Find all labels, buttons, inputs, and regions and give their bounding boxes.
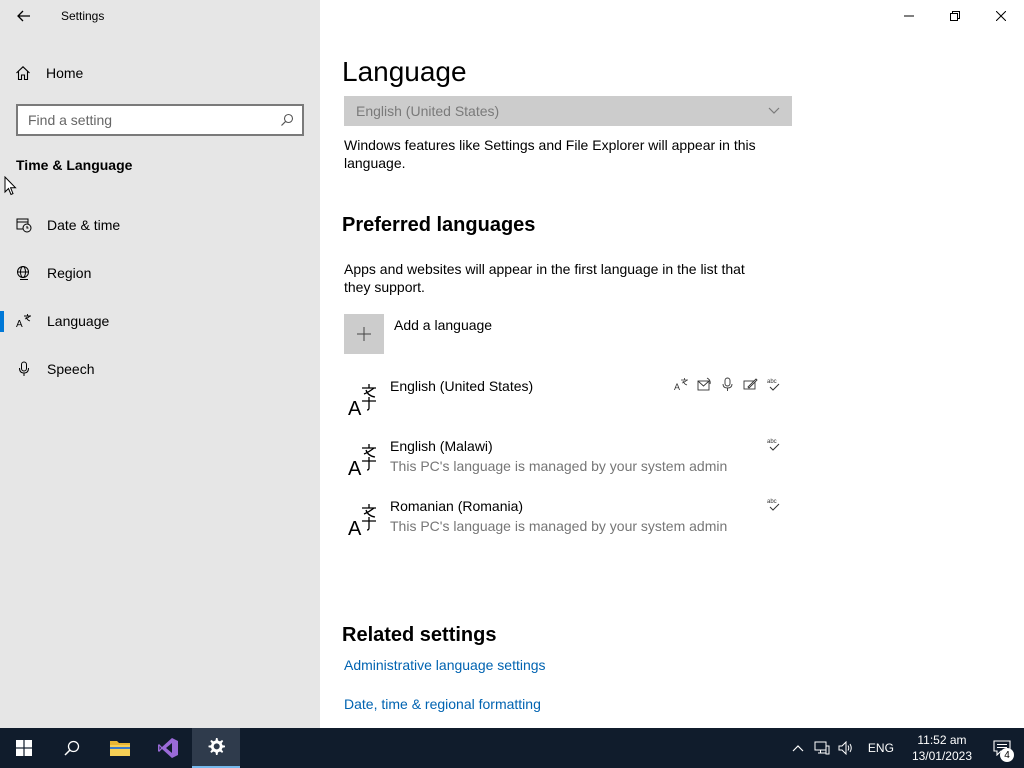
chevron-up-icon bbox=[792, 745, 804, 752]
language-icon: A bbox=[0, 313, 47, 329]
svg-text:abc: abc bbox=[767, 379, 777, 385]
language-name: Romanian (Romania) bbox=[390, 498, 524, 514]
notification-count-badge: 4 bbox=[1000, 748, 1014, 762]
handwriting-icon bbox=[742, 376, 759, 393]
speech-icon bbox=[719, 376, 736, 393]
start-button[interactable] bbox=[0, 728, 48, 768]
svg-text:abc: abc bbox=[767, 439, 777, 445]
calendar-clock-icon bbox=[0, 217, 47, 233]
svg-text:A: A bbox=[348, 398, 362, 416]
preferred-languages-title: Preferred languages bbox=[342, 214, 536, 236]
language-glyph-icon: A bbox=[348, 504, 376, 536]
minimize-button[interactable] bbox=[886, 0, 932, 32]
sidebar-item-speech[interactable]: Speech bbox=[0, 349, 320, 389]
search-icon[interactable] bbox=[280, 113, 294, 127]
close-button[interactable] bbox=[978, 0, 1024, 32]
text-to-speech-icon bbox=[696, 376, 713, 393]
section-title: Time & Language bbox=[16, 157, 133, 173]
main-content: Language English (United States) Windows… bbox=[320, 0, 1024, 728]
restore-icon bbox=[950, 11, 960, 21]
spellcheck-icon: abc bbox=[765, 436, 782, 453]
visual-studio-button[interactable] bbox=[144, 728, 192, 768]
sidebar-item-label: Speech bbox=[47, 361, 95, 377]
admin-language-settings-link[interactable]: Administrative language settings bbox=[344, 657, 546, 673]
dropdown-value: English (United States) bbox=[356, 103, 500, 119]
preferred-languages-description: Apps and websites will appear in the fir… bbox=[344, 261, 745, 295]
language-glyph-icon: A bbox=[348, 444, 376, 476]
app-title: Settings bbox=[61, 9, 105, 23]
back-arrow-icon bbox=[17, 10, 30, 22]
mouse-cursor-icon bbox=[4, 176, 17, 196]
display-language-description: Windows features like Settings and File … bbox=[344, 137, 756, 171]
file-explorer-button[interactable] bbox=[96, 728, 144, 768]
search-icon bbox=[64, 740, 80, 756]
svg-text:A: A bbox=[674, 382, 680, 392]
sidebar-item-label: Region bbox=[47, 265, 92, 281]
windows-logo-icon bbox=[16, 740, 32, 756]
window-controls bbox=[886, 0, 1024, 32]
clock-time: 11:52 am bbox=[917, 733, 967, 747]
chevron-down-icon bbox=[768, 107, 780, 114]
plus-icon bbox=[344, 314, 384, 354]
settings-taskbar-button[interactable] bbox=[192, 728, 240, 768]
related-settings-title: Related settings bbox=[342, 624, 497, 646]
display-language-icon: A bbox=[673, 376, 690, 393]
sidebar-item-region[interactable]: Region bbox=[0, 253, 320, 293]
minimize-icon bbox=[904, 15, 914, 17]
language-item[interactable]: A English (Malawi) This PC's language is… bbox=[344, 432, 792, 484]
svg-text:abc: abc bbox=[767, 499, 777, 505]
language-name: English (United States) bbox=[390, 378, 534, 394]
close-icon bbox=[996, 11, 1006, 21]
language-item[interactable]: A Romanian (Romania) This PC's language … bbox=[344, 492, 792, 544]
language-features: A abc bbox=[673, 376, 782, 393]
add-language-button[interactable]: Add a language bbox=[344, 314, 492, 354]
display-language-dropdown[interactable]: English (United States) bbox=[344, 96, 792, 126]
volume-button[interactable] bbox=[834, 728, 858, 768]
gear-icon bbox=[208, 738, 225, 755]
add-language-label: Add a language bbox=[394, 317, 493, 333]
language-features: abc bbox=[765, 496, 782, 513]
search-input[interactable] bbox=[28, 112, 280, 128]
network-button[interactable] bbox=[810, 728, 834, 768]
search-box[interactable] bbox=[16, 104, 304, 136]
language-features: abc bbox=[765, 436, 782, 453]
clock[interactable]: 11:52 am 13/01/2023 bbox=[912, 732, 972, 764]
speaker-icon bbox=[838, 741, 852, 755]
system-tray: ENG 11:52 am 13/01/2023 4 bbox=[786, 728, 1024, 768]
folder-icon bbox=[110, 741, 130, 756]
action-center-button[interactable]: 4 bbox=[980, 728, 1024, 768]
spellcheck-icon: abc bbox=[765, 376, 782, 393]
nav-home-label: Home bbox=[46, 65, 84, 81]
clock-date: 13/01/2023 bbox=[911, 749, 972, 763]
nav-home[interactable]: Home bbox=[0, 56, 320, 90]
language-status: This PC's language is managed by your sy… bbox=[390, 458, 728, 474]
title-bar: Settings bbox=[0, 0, 320, 32]
sidebar: Settings Home Time & Language Date & tim… bbox=[0, 0, 320, 728]
show-hidden-icons-button[interactable] bbox=[786, 728, 810, 768]
language-glyph-icon: A bbox=[348, 384, 376, 416]
language-item[interactable]: A English (United States) A abc bbox=[344, 372, 792, 424]
microphone-icon bbox=[0, 361, 47, 377]
back-button[interactable] bbox=[0, 0, 48, 32]
svg-text:A: A bbox=[348, 458, 362, 476]
taskbar-search-button[interactable] bbox=[48, 728, 96, 768]
input-language-indicator[interactable]: ENG bbox=[868, 741, 894, 755]
svg-text:A: A bbox=[348, 518, 362, 536]
language-status: This PC's language is managed by your sy… bbox=[390, 518, 728, 534]
sidebar-item-date-time[interactable]: Date & time bbox=[0, 205, 320, 245]
svg-text:A: A bbox=[16, 319, 23, 329]
network-icon bbox=[814, 741, 830, 755]
sidebar-item-language[interactable]: A Language bbox=[0, 301, 320, 341]
language-name: English (Malawi) bbox=[390, 438, 493, 454]
globe-icon bbox=[0, 265, 47, 281]
sidebar-item-label: Date & time bbox=[47, 217, 121, 233]
date-time-regional-formatting-link[interactable]: Date, time & regional formatting bbox=[344, 696, 541, 712]
spellcheck-icon: abc bbox=[765, 496, 782, 513]
sidebar-item-label: Language bbox=[47, 313, 110, 329]
home-icon bbox=[0, 65, 46, 81]
visual-studio-icon bbox=[158, 738, 178, 758]
taskbar: ENG 11:52 am 13/01/2023 4 bbox=[0, 728, 1024, 768]
page-title: Language bbox=[342, 56, 467, 87]
restore-button[interactable] bbox=[932, 0, 978, 32]
